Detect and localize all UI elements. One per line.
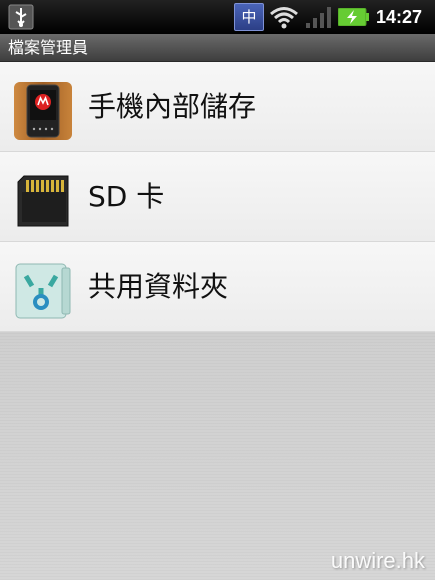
list-item-sd-card[interactable]: SD 卡: [0, 152, 435, 242]
status-bar: 中 14:27: [0, 0, 435, 34]
sd-card-icon: [17, 175, 69, 227]
list-item-phone-storage[interactable]: 手機內部儲存: [0, 62, 435, 152]
signal-icon: [306, 7, 331, 28]
shared-folder-icon: [15, 263, 71, 319]
wifi-icon: [270, 7, 298, 29]
list-item-label: 共用資料夾: [88, 270, 229, 303]
storage-list: 手機內部儲存 SD 卡 共用資料夾: [0, 62, 435, 332]
app-title: 檔案管理員: [8, 38, 89, 57]
empty-area: unwire.hk: [0, 332, 435, 580]
watermark: unwire.hk: [330, 548, 425, 573]
list-item-shared-folder[interactable]: 共用資料夾: [0, 242, 435, 332]
list-item-label: 手機內部儲存: [88, 90, 257, 123]
phone-storage-icon: [14, 82, 72, 140]
battery-charging-icon: [338, 8, 369, 26]
usb-icon: [8, 4, 34, 30]
ime-indicator: 中: [234, 3, 264, 31]
list-item-label: SD 卡: [88, 180, 165, 213]
title-bar: 檔案管理員: [0, 34, 435, 62]
clock: 14:27: [376, 7, 423, 27]
